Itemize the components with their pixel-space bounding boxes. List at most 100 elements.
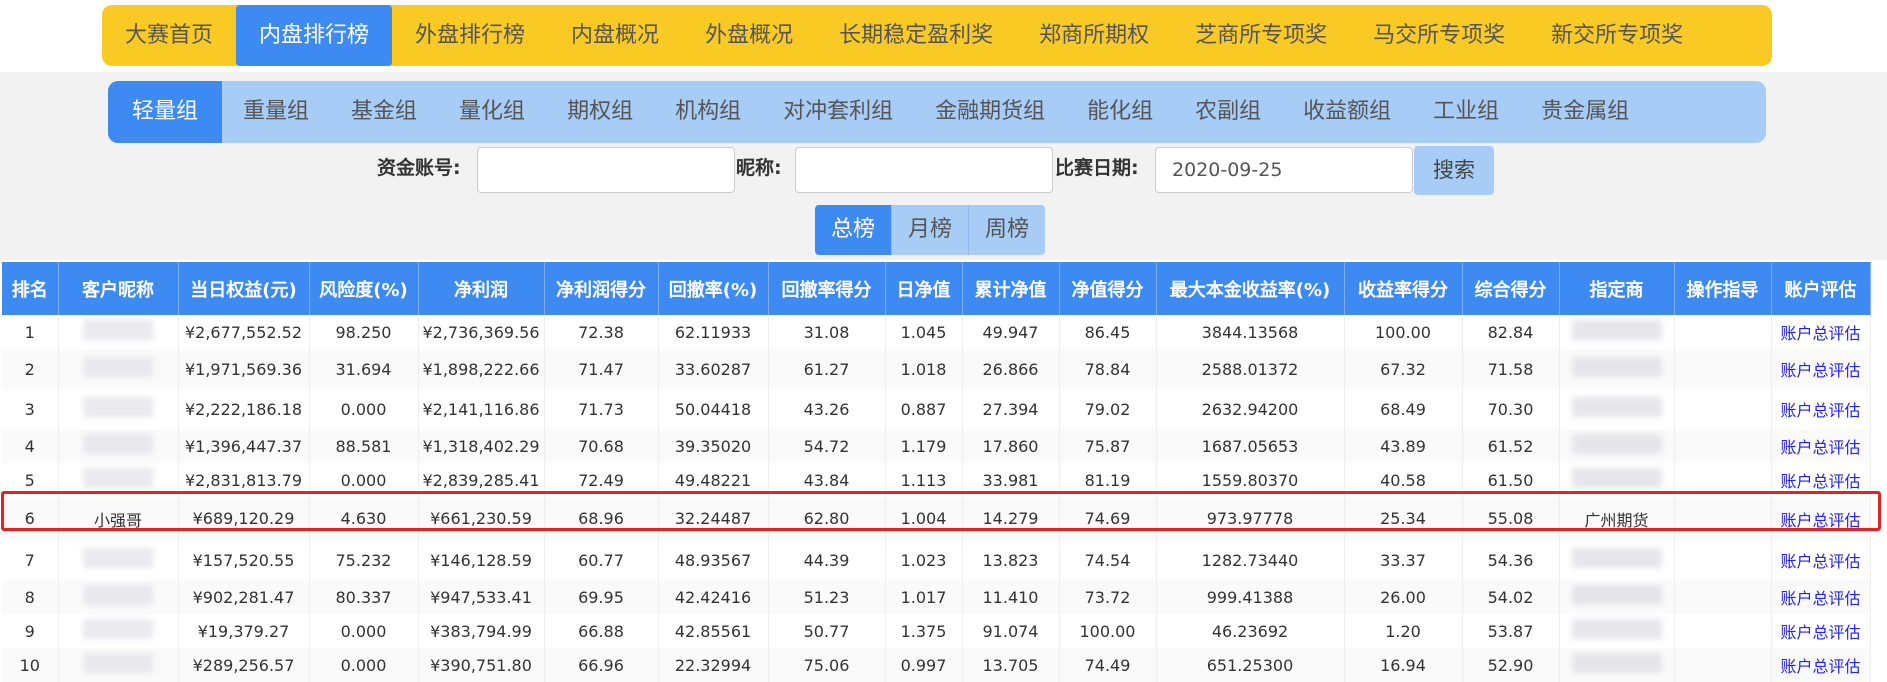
date-input[interactable]: 2020-09-25 [1155, 147, 1413, 193]
table-row: 1 ¥2,677,552.52 98.250 ¥2,736,369.56 72.38 62… [2, 315, 1871, 349]
cell-net-profit: ¥2,736,369.56 [418, 315, 545, 349]
tab-financial-futures[interactable]: 金融期货组 [914, 81, 1066, 143]
cell-risk: 88.581 [309, 429, 419, 463]
cell-nav-score: 86.45 [1059, 315, 1157, 349]
cell-eval-link[interactable]: 账户总评估 [1771, 429, 1871, 463]
tab-monthly[interactable]: 月榜 [891, 205, 969, 255]
cell-eval-link[interactable]: 账户总评估 [1771, 497, 1871, 540]
top-nav-foreign-ranking[interactable]: 外盘排行榜 [392, 5, 548, 66]
cell-nickname [58, 315, 179, 349]
cell-profit-score: 70.68 [544, 429, 659, 463]
top-nav-bmd-award[interactable]: 马交所专项奖 [1350, 5, 1528, 66]
cell-return-score: 25.34 [1344, 497, 1463, 540]
cell-total-score: 70.30 [1462, 389, 1560, 429]
account-input[interactable] [477, 147, 735, 193]
cell-profit-score: 72.38 [544, 315, 659, 349]
cell-drawdown: 62.11933 [658, 315, 769, 349]
nickname-input[interactable] [795, 147, 1053, 193]
col-net-profit: 净利润 [418, 262, 545, 315]
cell-max-return: 2588.01372 [1156, 349, 1345, 389]
top-nav-long-term-award[interactable]: 长期稳定盈利奖 [816, 5, 1016, 66]
cell-rank: 3 [2, 389, 59, 429]
top-nav-domestic-ranking[interactable]: 内盘排行榜 [236, 5, 393, 66]
cell-return-score: 16.94 [1344, 648, 1463, 682]
col-drawdown: 回撤率(%) [658, 262, 769, 315]
redacted-text [1571, 585, 1662, 605]
tab-heavy[interactable]: 重量组 [222, 81, 330, 143]
tab-overall[interactable]: 总榜 [815, 205, 892, 255]
cell-eval-link[interactable]: 账户总评估 [1771, 315, 1871, 349]
tab-agri[interactable]: 农副组 [1174, 81, 1282, 143]
tab-energy-chem[interactable]: 能化组 [1066, 81, 1174, 143]
top-nav-cme-award[interactable]: 芝商所专项奖 [1172, 5, 1350, 66]
cell-eval-link[interactable]: 账户总评估 [1771, 614, 1871, 648]
top-nav-domestic-overview[interactable]: 内盘概况 [548, 5, 682, 66]
cell-nav-score: 79.02 [1059, 389, 1157, 429]
cell-eval-link[interactable]: 账户总评估 [1771, 389, 1871, 429]
cell-eval-link[interactable]: 账户总评估 [1771, 580, 1871, 614]
cell-daily-nav: 1.023 [885, 540, 963, 580]
cell-total-score: 61.52 [1462, 429, 1560, 463]
top-nav-foreign-overview[interactable]: 外盘概况 [682, 5, 816, 66]
col-return-score: 收益率得分 [1344, 262, 1463, 315]
search-button[interactable]: 搜索 [1414, 146, 1494, 195]
cell-broker [1559, 540, 1675, 580]
cell-cum-nav: 13.823 [962, 540, 1060, 580]
top-nav: 大赛首页 内盘排行榜 外盘排行榜 内盘概况 外盘概况 长期稳定盈利奖 郑商所期权… [102, 5, 1772, 66]
cell-nav-score: 73.72 [1059, 580, 1157, 614]
redacted-text [83, 397, 153, 417]
cell-max-return: 1559.80370 [1156, 463, 1345, 497]
group-tabs: 轻量组 重量组 基金组 量化组 期权组 机构组 对冲套利组 金融期货组 能化组 … [108, 81, 1766, 143]
cell-drawdown: 22.32994 [658, 648, 769, 682]
cell-guidance [1674, 580, 1772, 614]
cell-net-profit: ¥661,230.59 [418, 497, 545, 540]
cell-eval-link[interactable]: 账户总评估 [1771, 540, 1871, 580]
tab-hedge[interactable]: 对冲套利组 [762, 81, 914, 143]
col-daily-nav: 日净值 [885, 262, 963, 315]
cell-drawdown: 50.04418 [658, 389, 769, 429]
col-cum-nav: 累计净值 [962, 262, 1060, 315]
cell-eval-link[interactable]: 账户总评估 [1771, 349, 1871, 389]
top-nav-sgx-award[interactable]: 新交所专项奖 [1528, 5, 1706, 66]
cell-return-score: 1.20 [1344, 614, 1463, 648]
cell-equity: ¥2,222,186.18 [178, 389, 310, 429]
redacted-text [1571, 468, 1662, 488]
tab-profit-amount[interactable]: 收益额组 [1282, 81, 1412, 143]
cell-guidance [1674, 463, 1772, 497]
cell-risk: 4.630 [309, 497, 419, 540]
tab-options[interactable]: 期权组 [546, 81, 654, 143]
tab-fund[interactable]: 基金组 [330, 81, 438, 143]
cell-drawdown-score: 43.84 [768, 463, 886, 497]
cell-eval-link[interactable]: 账户总评估 [1771, 463, 1871, 497]
tab-quant[interactable]: 量化组 [438, 81, 546, 143]
cell-nickname [58, 614, 179, 648]
cell-daily-nav: 1.018 [885, 349, 963, 389]
cell-return-score: 40.58 [1344, 463, 1463, 497]
cell-equity: ¥2,831,813.79 [178, 463, 310, 497]
top-nav-home[interactable]: 大赛首页 [102, 5, 236, 66]
redacted-text [1571, 434, 1662, 454]
tab-institution[interactable]: 机构组 [654, 81, 762, 143]
redacted-text [83, 468, 153, 488]
cell-eval-link[interactable]: 账户总评估 [1771, 648, 1871, 682]
cell-risk: 31.694 [309, 349, 419, 389]
cell-guidance [1674, 349, 1772, 389]
table-header-row: 排名 客户昵称 当日权益(元) 风险度(%) 净利润 净利润得分 回撤率(%) … [2, 262, 1871, 315]
tab-industrial[interactable]: 工业组 [1412, 81, 1520, 143]
cell-daily-nav: 1.113 [885, 463, 963, 497]
cell-equity: ¥689,120.29 [178, 497, 310, 540]
tab-precious-metals[interactable]: 贵金属组 [1520, 81, 1650, 143]
cell-return-score: 43.89 [1344, 429, 1463, 463]
cell-nickname [58, 540, 179, 580]
top-nav-zce-options[interactable]: 郑商所期权 [1016, 5, 1172, 66]
cell-net-profit: ¥390,751.80 [418, 648, 545, 682]
cell-nickname [58, 389, 179, 429]
cell-nickname [58, 429, 179, 463]
cell-equity: ¥1,971,569.36 [178, 349, 310, 389]
cell-cum-nav: 14.279 [962, 497, 1060, 540]
tab-light[interactable]: 轻量组 [108, 81, 223, 143]
tab-weekly[interactable]: 周榜 [968, 205, 1046, 255]
cell-return-score: 26.00 [1344, 580, 1463, 614]
cell-equity: ¥19,379.27 [178, 614, 310, 648]
cell-drawdown-score: 61.27 [768, 349, 886, 389]
